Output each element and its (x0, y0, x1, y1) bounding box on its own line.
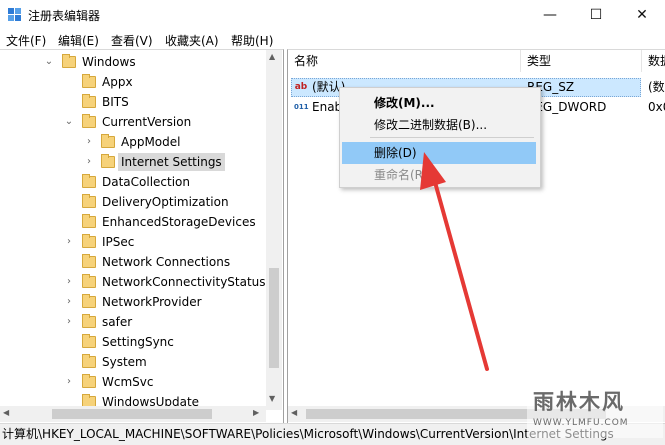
watermark-url: WWW.YLMFU.COM (533, 418, 629, 428)
status-path: 计算机\HKEY_LOCAL_MACHINE\SOFTWARE\Policies… (2, 427, 614, 441)
watermark-brand: 雨林木风 (533, 390, 625, 414)
annotation-arrow-icon (420, 152, 489, 371)
watermark-logo: 雨林木风 WWW.YLMFU.COM (527, 380, 663, 438)
